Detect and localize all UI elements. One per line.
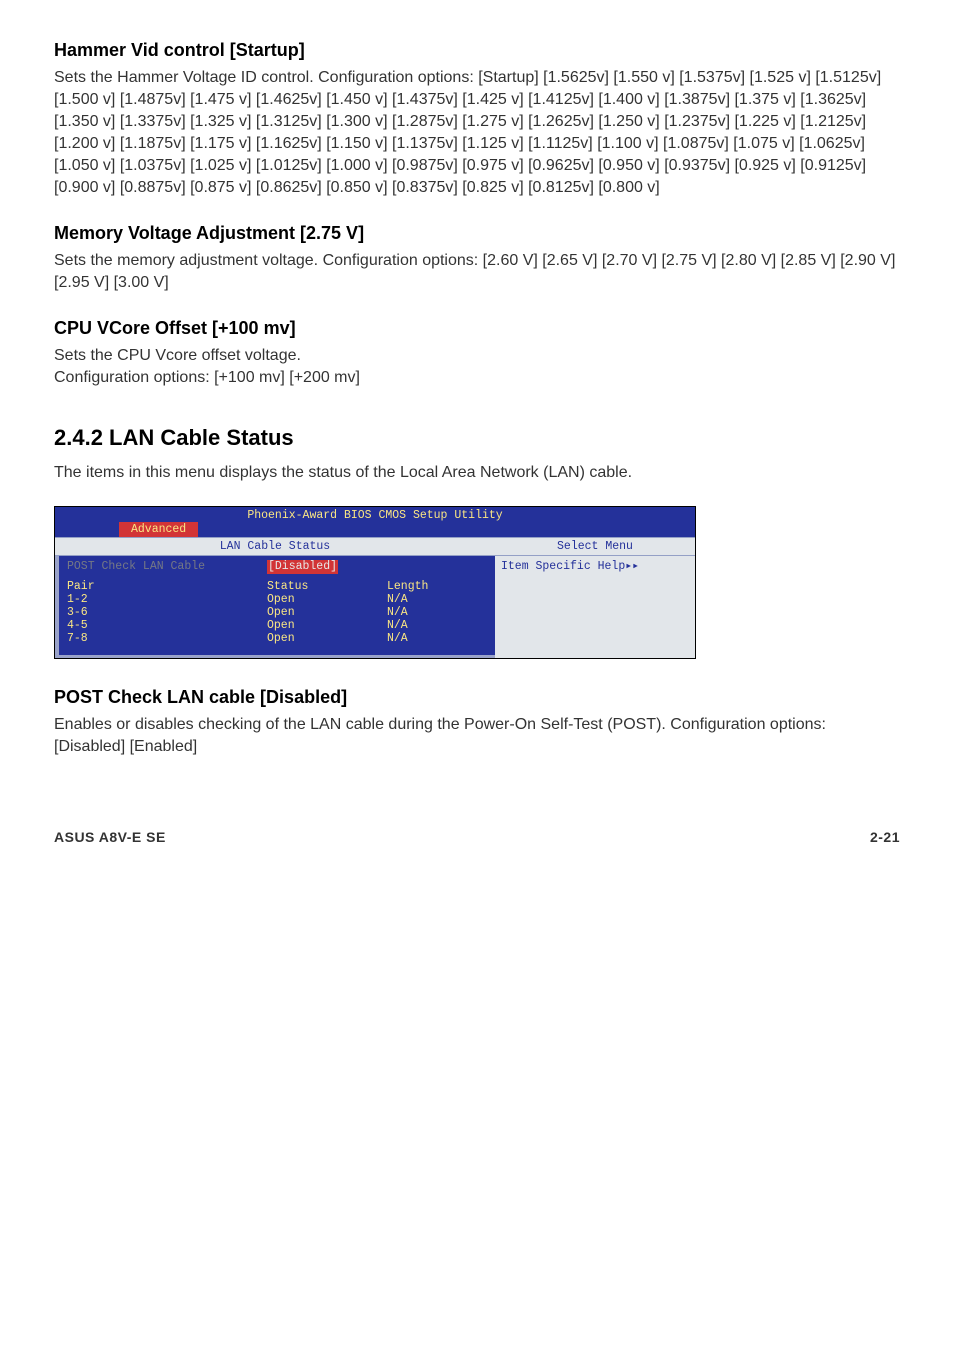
heading-lan-cable-status: 2.4.2 LAN Cable Status	[54, 423, 900, 453]
bios-help-text: Item Specific Help	[501, 560, 625, 573]
footer-right: 2-21	[870, 828, 900, 847]
intro-lan-cable-status: The items in this menu displays the stat…	[54, 462, 900, 484]
table-row: 7-8 Open N/A	[67, 632, 487, 645]
heading-memory-voltage: Memory Voltage Adjustment [2.75 V]	[54, 221, 900, 246]
page-footer: ASUS A8V-E SE 2-21	[54, 828, 900, 847]
cell-pair: 7-8	[67, 632, 267, 645]
heading-cpu-vcore: CPU VCore Offset [+100 mv]	[54, 316, 900, 341]
bios-col-pair: Pair	[67, 580, 267, 593]
bios-tab-advanced[interactable]: Advanced	[119, 522, 198, 537]
bios-col-length: Length	[387, 580, 467, 593]
heading-hammer-vid: Hammer Vid control [Startup]	[54, 38, 900, 63]
table-row: 1-2 Open N/A	[67, 593, 487, 606]
cell-status: Open	[267, 606, 387, 619]
cell-pair: 4-5	[67, 619, 267, 632]
body-post-check: Enables or disables checking of the LAN …	[54, 714, 900, 758]
cell-length: N/A	[387, 619, 467, 632]
bios-col-status: Status	[267, 580, 387, 593]
cell-status: Open	[267, 632, 387, 645]
table-row: 3-6 Open N/A	[67, 606, 487, 619]
body-memory-voltage: Sets the memory adjustment voltage. Conf…	[54, 250, 900, 294]
table-row: 4-5 Open N/A	[67, 619, 487, 632]
bios-setting-value[interactable]: [Disabled]	[267, 560, 338, 573]
bios-panel: Phoenix-Award BIOS CMOS Setup Utility Ad…	[54, 506, 696, 659]
cell-pair: 1-2	[67, 593, 267, 606]
cell-pair: 3-6	[67, 606, 267, 619]
footer-left: ASUS A8V-E SE	[54, 828, 166, 847]
cell-status: Open	[267, 619, 387, 632]
heading-post-check: POST Check LAN cable [Disabled]	[54, 685, 900, 710]
bios-title: Phoenix-Award BIOS CMOS Setup Utility	[55, 507, 695, 522]
body-cpu-vcore: Sets the CPU Vcore offset voltage. Confi…	[54, 345, 900, 389]
arrow-right-icon: ▸▸	[625, 560, 639, 573]
cell-length: N/A	[387, 632, 467, 645]
bios-left-header: LAN Cable Status	[55, 537, 495, 556]
cell-length: N/A	[387, 606, 467, 619]
bios-setting-label: POST Check LAN Cable	[67, 560, 267, 573]
cell-status: Open	[267, 593, 387, 606]
body-hammer-vid: Sets the Hammer Voltage ID control. Conf…	[54, 67, 900, 199]
cell-length: N/A	[387, 593, 467, 606]
bios-right-header: Select Menu	[495, 537, 695, 556]
